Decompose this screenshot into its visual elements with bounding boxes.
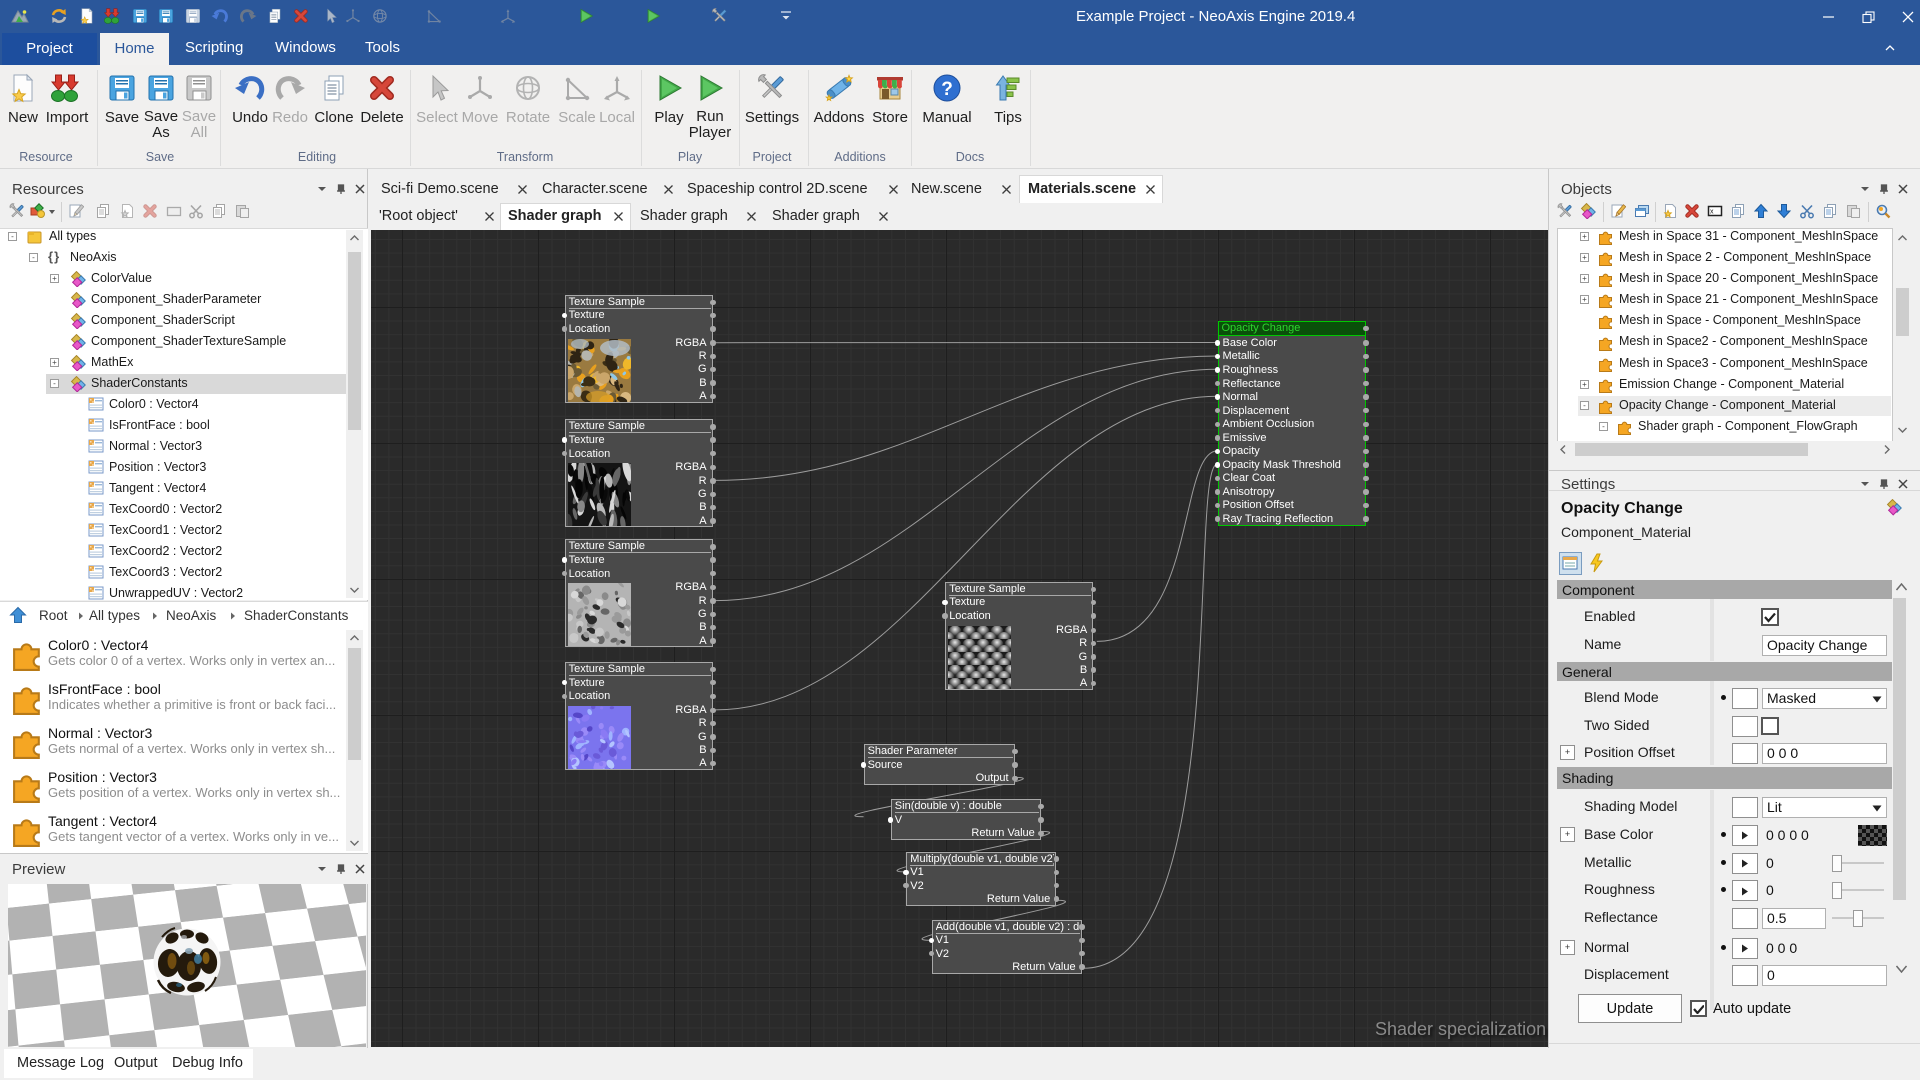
svg-text:x: x [1710, 209, 1714, 216]
svg-text:?: ? [941, 79, 953, 100]
